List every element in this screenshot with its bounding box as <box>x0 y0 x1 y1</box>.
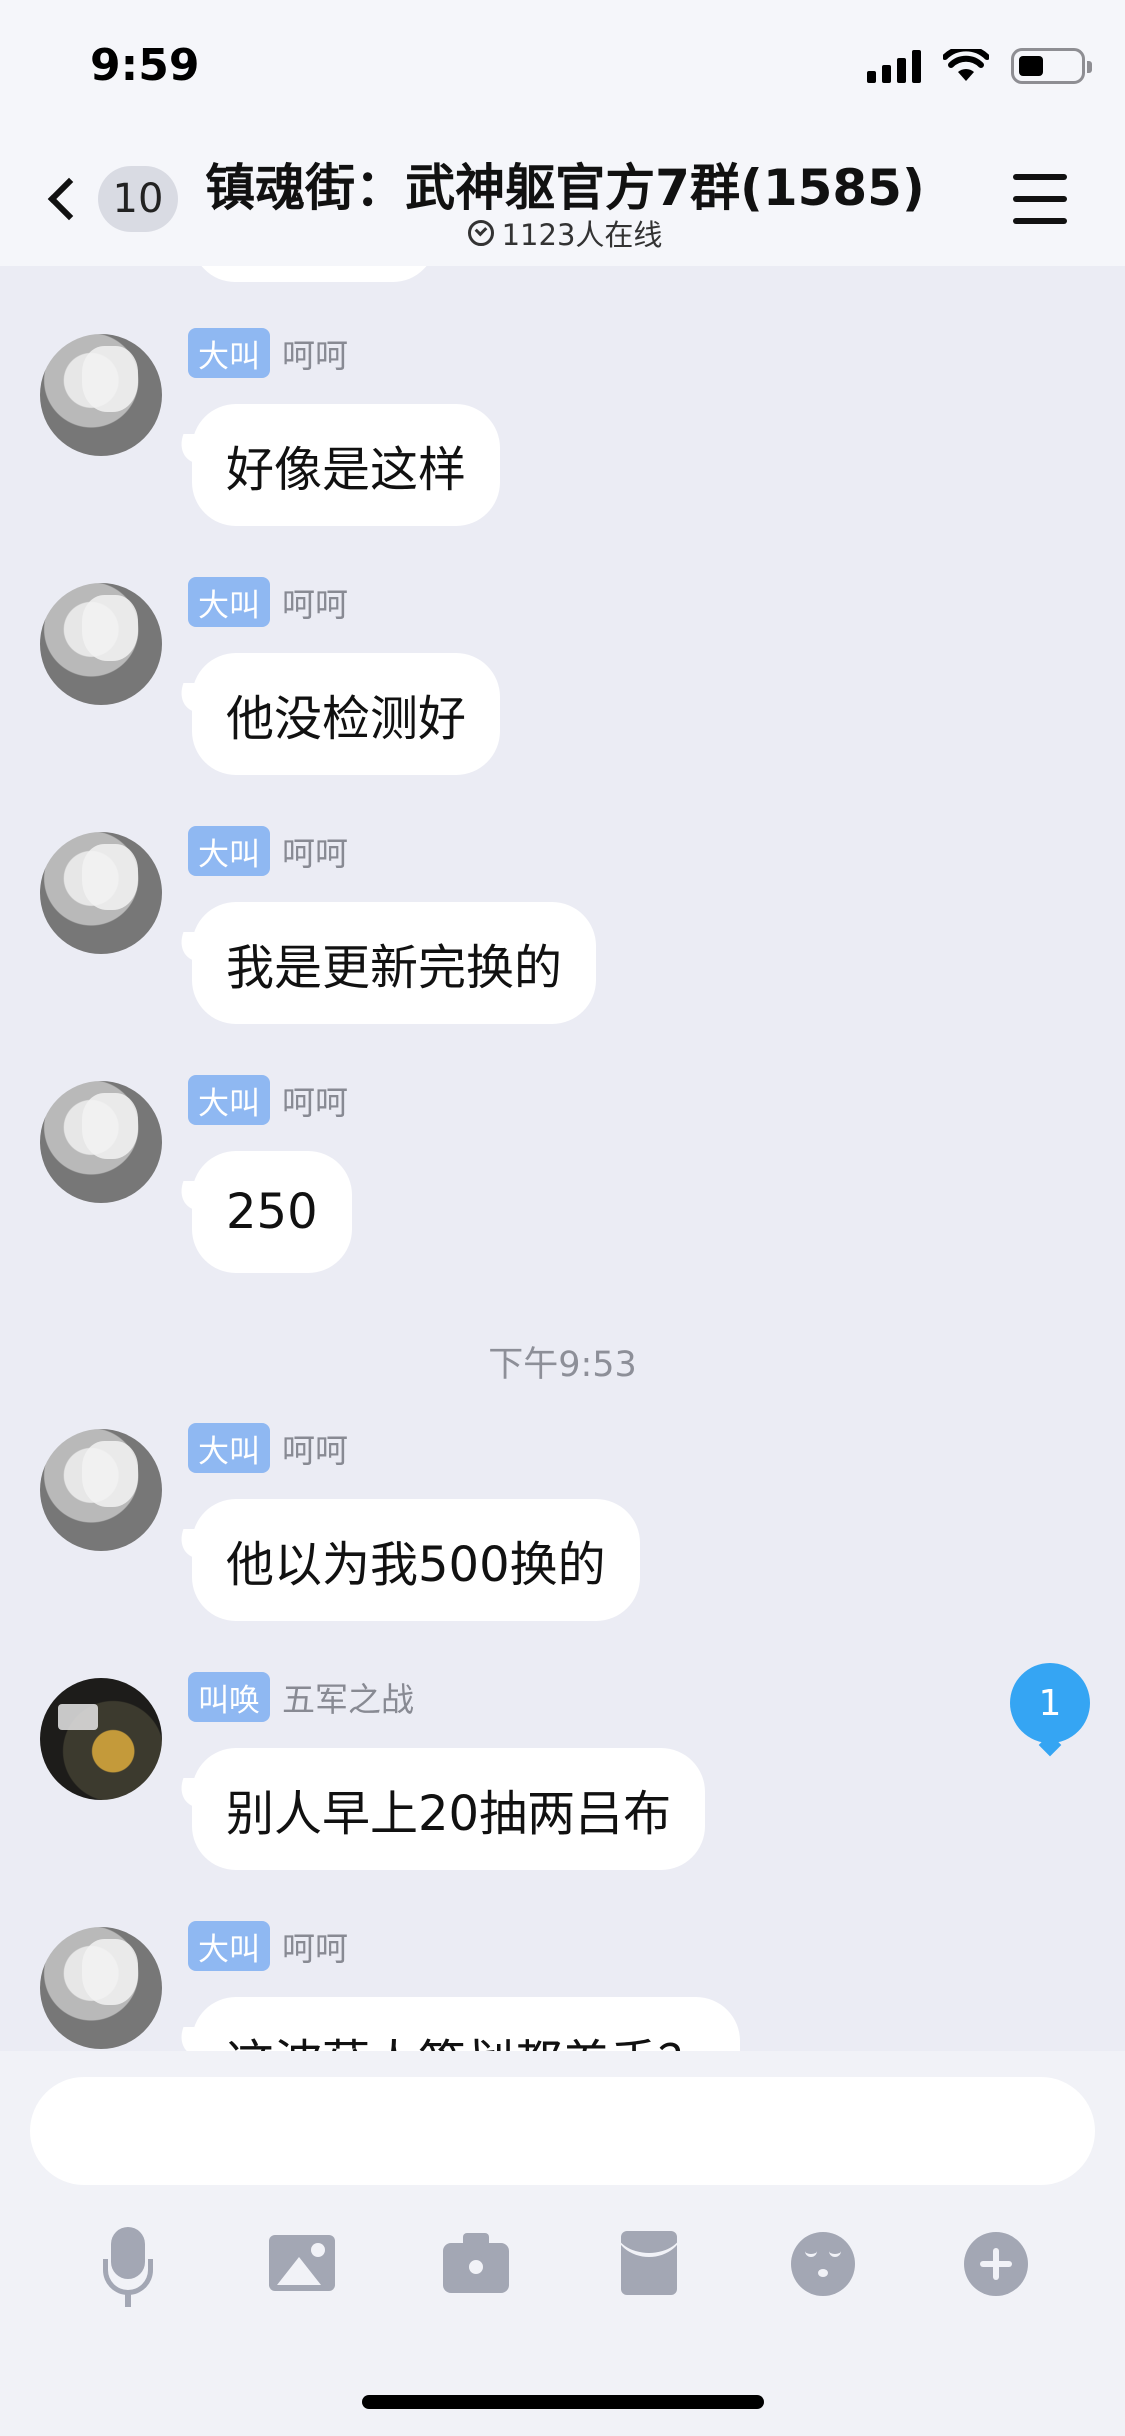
message-row: 叫唤 五军之战 别人早上20抽两吕布 <box>0 1608 1125 1870</box>
status-time: 9:59 <box>90 40 200 91</box>
image-button[interactable] <box>259 2221 345 2307</box>
message-bubble[interactable]: 别人早上20抽两吕布 <box>192 1748 706 1870</box>
avatar[interactable] <box>40 832 162 954</box>
message-bubble[interactable]: 这波薛人策划都差手？ <box>192 1997 741 2051</box>
camera-button[interactable] <box>433 2221 519 2307</box>
red-packet-button[interactable] <box>606 2221 692 2307</box>
message-row: 大叫 呵呵 好像是这样 <box>0 266 1125 526</box>
sender-name[interactable]: 呵呵 <box>282 329 348 377</box>
sender-info: 大叫 呵呵 <box>188 1921 348 1971</box>
member-tag: 大叫 <box>188 1423 270 1473</box>
sender-info: 大叫 呵呵 <box>188 1075 348 1125</box>
member-tag: 大叫 <box>188 1921 270 1971</box>
online-status[interactable]: 1123人在线 <box>190 212 940 254</box>
sender-name[interactable]: 呵呵 <box>282 1076 348 1124</box>
avatar[interactable] <box>40 583 162 705</box>
emoji-button[interactable] <box>780 2221 866 2307</box>
plus-icon <box>953 2221 1039 2307</box>
unread-count-badge: 10 <box>98 166 178 232</box>
input-toolbar <box>0 2221 1125 2331</box>
emoji-icon <box>780 2221 866 2307</box>
home-indicator <box>362 2395 764 2409</box>
battery-icon <box>1011 48 1092 84</box>
new-message-badge[interactable]: 1 <box>1010 1663 1090 1743</box>
member-tag: 大叫 <box>188 577 270 627</box>
member-tag: 叫唤 <box>188 1672 270 1722</box>
sender-info: 大叫 呵呵 <box>188 826 348 876</box>
member-tag: 大叫 <box>188 826 270 876</box>
sender-info: 大叫 呵呵 <box>188 577 348 627</box>
sender-name[interactable]: 呵呵 <box>282 1424 348 1472</box>
member-tag: 大叫 <box>188 1075 270 1125</box>
sender-info: 叫唤 五军之战 <box>188 1672 414 1722</box>
member-tag: 大叫 <box>188 328 270 378</box>
message-list[interactable]: 大叫 呵呵 好像是这样 大叫 呵呵 他没检测好 大叫 呵呵 我是更新完换的 大叫… <box>0 266 1125 2051</box>
message-row: 大叫 呵呵 他以为我500换的 <box>0 1359 1125 1621</box>
message-row: 大叫 呵呵 250 <box>0 1011 1125 1273</box>
avatar[interactable] <box>40 1927 162 2049</box>
sender-info: 大叫 呵呵 <box>188 328 348 378</box>
online-count: 1123人在线 <box>501 218 663 252</box>
sender-name[interactable]: 五军之战 <box>282 1673 414 1721</box>
sender-name[interactable]: 呵呵 <box>282 578 348 626</box>
avatar[interactable] <box>40 1678 162 1800</box>
message-bubble[interactable]: 250 <box>192 1151 352 1273</box>
cellular-signal-icon <box>867 49 921 83</box>
sender-name[interactable]: 呵呵 <box>282 1922 348 1970</box>
status-icons <box>867 48 1092 84</box>
message-row: 大叫 呵呵 他没检测好 <box>0 513 1125 775</box>
voice-button[interactable] <box>85 2221 171 2307</box>
menu-button[interactable] <box>1013 174 1067 224</box>
sender-info: 大叫 呵呵 <box>188 1423 348 1473</box>
message-bubble[interactable]: 他没检测好 <box>192 653 501 775</box>
chat-title[interactable]: 镇魂街：武神躯官方7群(1585) <box>190 148 940 220</box>
nav-bar: 10 镇魂街：武神躯官方7群(1585) 1123人在线 <box>0 130 1125 266</box>
image-icon <box>259 2221 345 2307</box>
status-bar: 9:59 <box>0 0 1125 130</box>
wifi-icon <box>943 49 989 81</box>
more-button[interactable] <box>953 2221 1039 2307</box>
camera-icon <box>433 2221 519 2307</box>
message-row: 大叫 呵呵 我是更新完换的 <box>0 762 1125 1024</box>
message-input[interactable] <box>30 2077 1095 2185</box>
input-area <box>0 2051 1125 2436</box>
chevron-left-icon <box>47 177 91 221</box>
avatar[interactable] <box>40 334 162 456</box>
red-packet-icon <box>606 2221 692 2307</box>
sender-name[interactable]: 呵呵 <box>282 827 348 875</box>
clock-icon <box>467 220 494 246</box>
message-bubble[interactable]: 他以为我500换的 <box>192 1499 640 1621</box>
message-bubble[interactable]: 好像是这样 <box>192 404 501 526</box>
avatar[interactable] <box>40 1081 162 1203</box>
avatar[interactable] <box>40 1429 162 1551</box>
back-button[interactable]: 10 <box>40 164 178 234</box>
message-row: 大叫 呵呵 这波薛人策划都差手？ <box>0 1857 1125 2051</box>
microphone-icon <box>85 2221 171 2307</box>
message-bubble[interactable]: 我是更新完换的 <box>192 902 597 1024</box>
